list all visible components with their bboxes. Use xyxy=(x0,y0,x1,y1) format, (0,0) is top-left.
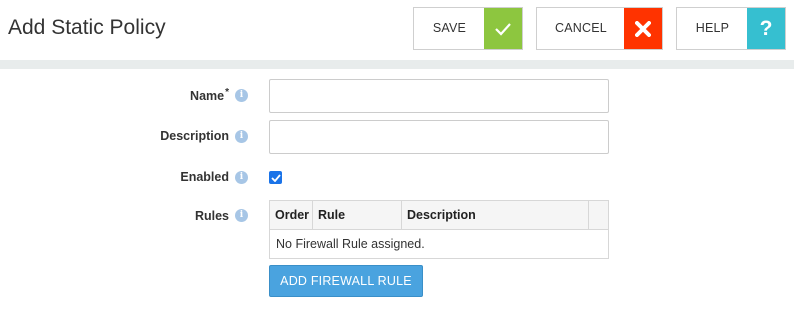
info-icon[interactable]: i xyxy=(235,130,248,143)
add-firewall-rule-button[interactable]: ADD FIREWALL RULE xyxy=(269,265,423,297)
help-button[interactable]: HELP ? xyxy=(676,7,786,50)
name-label: Name* xyxy=(190,87,229,103)
save-button-label: SAVE xyxy=(432,21,467,35)
check-icon xyxy=(484,8,522,49)
info-icon[interactable]: i xyxy=(235,89,248,102)
rules-label: Rules xyxy=(194,209,229,223)
checkmark-icon xyxy=(270,173,281,182)
save-button[interactable]: SAVE xyxy=(413,7,523,50)
required-marker: * xyxy=(225,87,229,98)
info-icon[interactable]: i xyxy=(235,209,248,222)
question-icon: ? xyxy=(747,8,785,49)
cancel-button[interactable]: CANCEL xyxy=(536,7,663,50)
column-header-order[interactable]: Order xyxy=(270,201,313,229)
description-input[interactable] xyxy=(269,120,609,154)
header-divider xyxy=(0,60,794,69)
cancel-button-label: CANCEL xyxy=(555,21,607,35)
enabled-label: Enabled xyxy=(180,170,229,184)
page-header: Add Static Policy SAVE CANCEL HELP ? xyxy=(0,0,794,60)
column-header-actions xyxy=(589,201,608,229)
description-label: Description xyxy=(160,129,229,143)
help-button-label: HELP xyxy=(695,21,730,35)
info-icon[interactable]: i xyxy=(235,171,248,184)
rules-empty-message: No Firewall Rule assigned. xyxy=(276,237,425,251)
enabled-checkbox[interactable] xyxy=(269,171,282,184)
page-title: Add Static Policy xyxy=(8,16,166,39)
rules-table-header: Order Rule Description xyxy=(270,201,608,230)
name-input[interactable] xyxy=(269,79,609,113)
rules-table: Order Rule Description No Firewall Rule … xyxy=(269,200,609,259)
column-header-rule[interactable]: Rule xyxy=(313,201,402,229)
close-icon xyxy=(624,8,662,49)
column-header-description[interactable]: Description xyxy=(402,201,589,229)
